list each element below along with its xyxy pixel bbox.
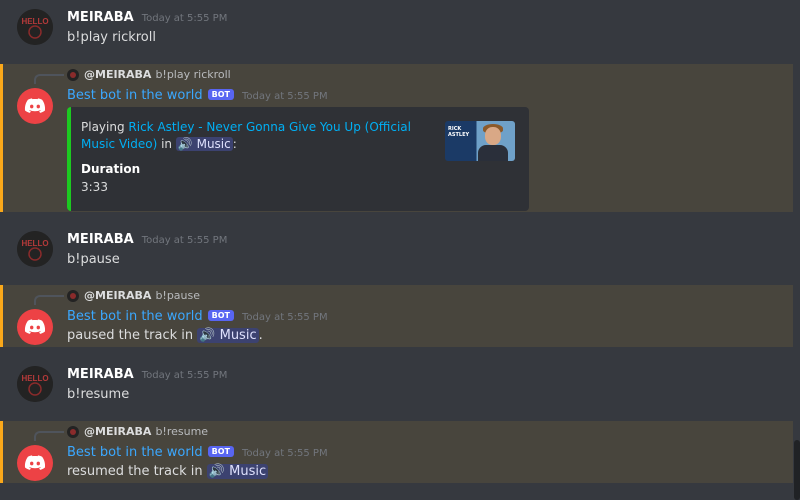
bot-name[interactable]: Best bot in the world bbox=[67, 309, 203, 324]
reply-text[interactable]: b!pause bbox=[155, 289, 200, 302]
discord-logo-icon bbox=[24, 455, 46, 470]
channel-mention[interactable]: 🔊 Music bbox=[206, 464, 269, 479]
hello-avatar-icon: HELLO bbox=[17, 366, 53, 402]
timestamp: Today at 5:55 PM bbox=[141, 235, 228, 246]
reply-spine bbox=[34, 74, 64, 84]
timestamp: Today at 5:55 PM bbox=[241, 312, 328, 323]
author-name[interactable]: MEIRABA bbox=[67, 10, 134, 25]
video-thumbnail[interactable]: RICK ASTLEY bbox=[445, 121, 515, 161]
bot-avatar[interactable] bbox=[17, 445, 53, 481]
message-user: HELLO MEIRABA Today at 5:55 PM b!pause bbox=[0, 222, 793, 282]
timestamp: Today at 5:55 PM bbox=[241, 448, 328, 459]
message-content: b!resume bbox=[67, 387, 130, 402]
message-content: resumed the track in 🔊 Music bbox=[67, 464, 269, 479]
hello-avatar-icon: HELLO bbox=[17, 9, 53, 45]
channel-mention[interactable]: 🔊 Music bbox=[175, 137, 233, 151]
reply-author[interactable]: @MEIRABA bbox=[84, 425, 151, 438]
embed-in: in bbox=[157, 137, 176, 151]
message-author[interactable]: Best bot in the world BOT Today at 5:55 PM bbox=[67, 309, 328, 324]
message-user: HELLO MEIRABA Today at 5:55 PM b!play ric… bbox=[0, 0, 793, 60]
timestamp: Today at 5:55 PM bbox=[241, 91, 328, 102]
now-playing-embed: Playing Rick Astley - Never Gonna Give Y… bbox=[67, 107, 529, 211]
author-name[interactable]: MEIRABA bbox=[67, 367, 134, 382]
reply-text[interactable]: b!play rickroll bbox=[155, 68, 230, 81]
bot-avatar[interactable] bbox=[17, 88, 53, 124]
thumbnail-text: RICK ASTLEY bbox=[448, 126, 470, 138]
embed-field-value: 3:33 bbox=[81, 180, 108, 194]
reply-text[interactable]: b!resume bbox=[155, 425, 208, 438]
content-text: resumed the track in bbox=[67, 464, 207, 479]
message-author[interactable]: MEIRABA Today at 5:55 PM bbox=[67, 10, 227, 25]
reply-spine bbox=[34, 431, 64, 441]
scrollbar-thumb[interactable] bbox=[794, 440, 800, 500]
channel-mention[interactable]: 🔊 Music bbox=[197, 328, 259, 343]
thumbnail-face bbox=[485, 127, 501, 145]
timestamp: Today at 5:55 PM bbox=[141, 370, 228, 381]
bot-avatar[interactable] bbox=[17, 309, 53, 345]
message-user: HELLO MEIRABA Today at 5:55 PM b!resume bbox=[0, 357, 793, 417]
message-author[interactable]: MEIRABA Today at 5:55 PM bbox=[67, 367, 227, 382]
reply-author[interactable]: @MEIRABA bbox=[84, 289, 151, 302]
discord-logo-icon bbox=[24, 319, 46, 334]
bot-badge: BOT bbox=[207, 310, 234, 321]
reply-spine bbox=[34, 295, 64, 305]
embed-field-name: Duration bbox=[81, 162, 141, 176]
thumbnail-coat bbox=[478, 145, 508, 161]
hello-avatar-icon: HELLO bbox=[17, 231, 53, 267]
bot-name[interactable]: Best bot in the world bbox=[67, 88, 203, 103]
message-author[interactable]: MEIRABA Today at 5:55 PM bbox=[67, 232, 227, 247]
embed-suffix: : bbox=[232, 137, 237, 151]
content-text: paused the track in bbox=[67, 328, 198, 343]
message-content: b!pause bbox=[67, 252, 120, 267]
message-bot-reply: @MEIRABA b!pause Best bot in the world BO… bbox=[0, 285, 793, 347]
user-avatar[interactable]: HELLO bbox=[17, 366, 53, 402]
content-suffix: . bbox=[258, 328, 263, 343]
embed-prefix: Playing bbox=[81, 120, 129, 134]
song-link[interactable]: Rick Astley - Never Gonna Give You Up (O… bbox=[81, 120, 411, 151]
svg-text:HELLO: HELLO bbox=[21, 374, 48, 383]
reply-avatar bbox=[67, 68, 79, 81]
bot-name[interactable]: Best bot in the world bbox=[67, 445, 203, 460]
message-author[interactable]: Best bot in the world BOT Today at 5:55 PM bbox=[67, 445, 328, 460]
user-avatar[interactable]: HELLO bbox=[17, 231, 53, 267]
reply-preview[interactable]: @MEIRABA b!play rickroll bbox=[67, 68, 231, 81]
discord-logo-icon bbox=[24, 98, 46, 113]
timestamp: Today at 5:55 PM bbox=[141, 13, 228, 24]
bot-badge: BOT bbox=[207, 446, 234, 457]
bot-badge: BOT bbox=[207, 89, 234, 100]
message-content: b!play rickroll bbox=[67, 30, 156, 45]
embed-description: Playing Rick Astley - Never Gonna Give Y… bbox=[81, 119, 411, 153]
reply-author[interactable]: @MEIRABA bbox=[84, 68, 151, 81]
message-bot-reply: @MEIRABA b!play rickroll Best bot in the… bbox=[0, 64, 793, 212]
reply-preview[interactable]: @MEIRABA b!pause bbox=[67, 289, 200, 302]
user-avatar[interactable]: HELLO bbox=[17, 9, 53, 45]
reply-preview[interactable]: @MEIRABA b!resume bbox=[67, 425, 208, 438]
svg-text:HELLO: HELLO bbox=[21, 17, 48, 26]
message-bot-reply: @MEIRABA b!resume Best bot in the world B… bbox=[0, 421, 793, 483]
message-author[interactable]: Best bot in the world BOT Today at 5:55 PM bbox=[67, 88, 328, 103]
svg-text:HELLO: HELLO bbox=[21, 239, 48, 248]
reply-avatar bbox=[67, 289, 79, 302]
reply-avatar bbox=[67, 425, 79, 438]
message-content: paused the track in 🔊 Music. bbox=[67, 328, 263, 343]
chat-messages: HELLO MEIRABA Today at 5:55 PM b!play ric… bbox=[0, 0, 800, 500]
author-name[interactable]: MEIRABA bbox=[67, 232, 134, 247]
